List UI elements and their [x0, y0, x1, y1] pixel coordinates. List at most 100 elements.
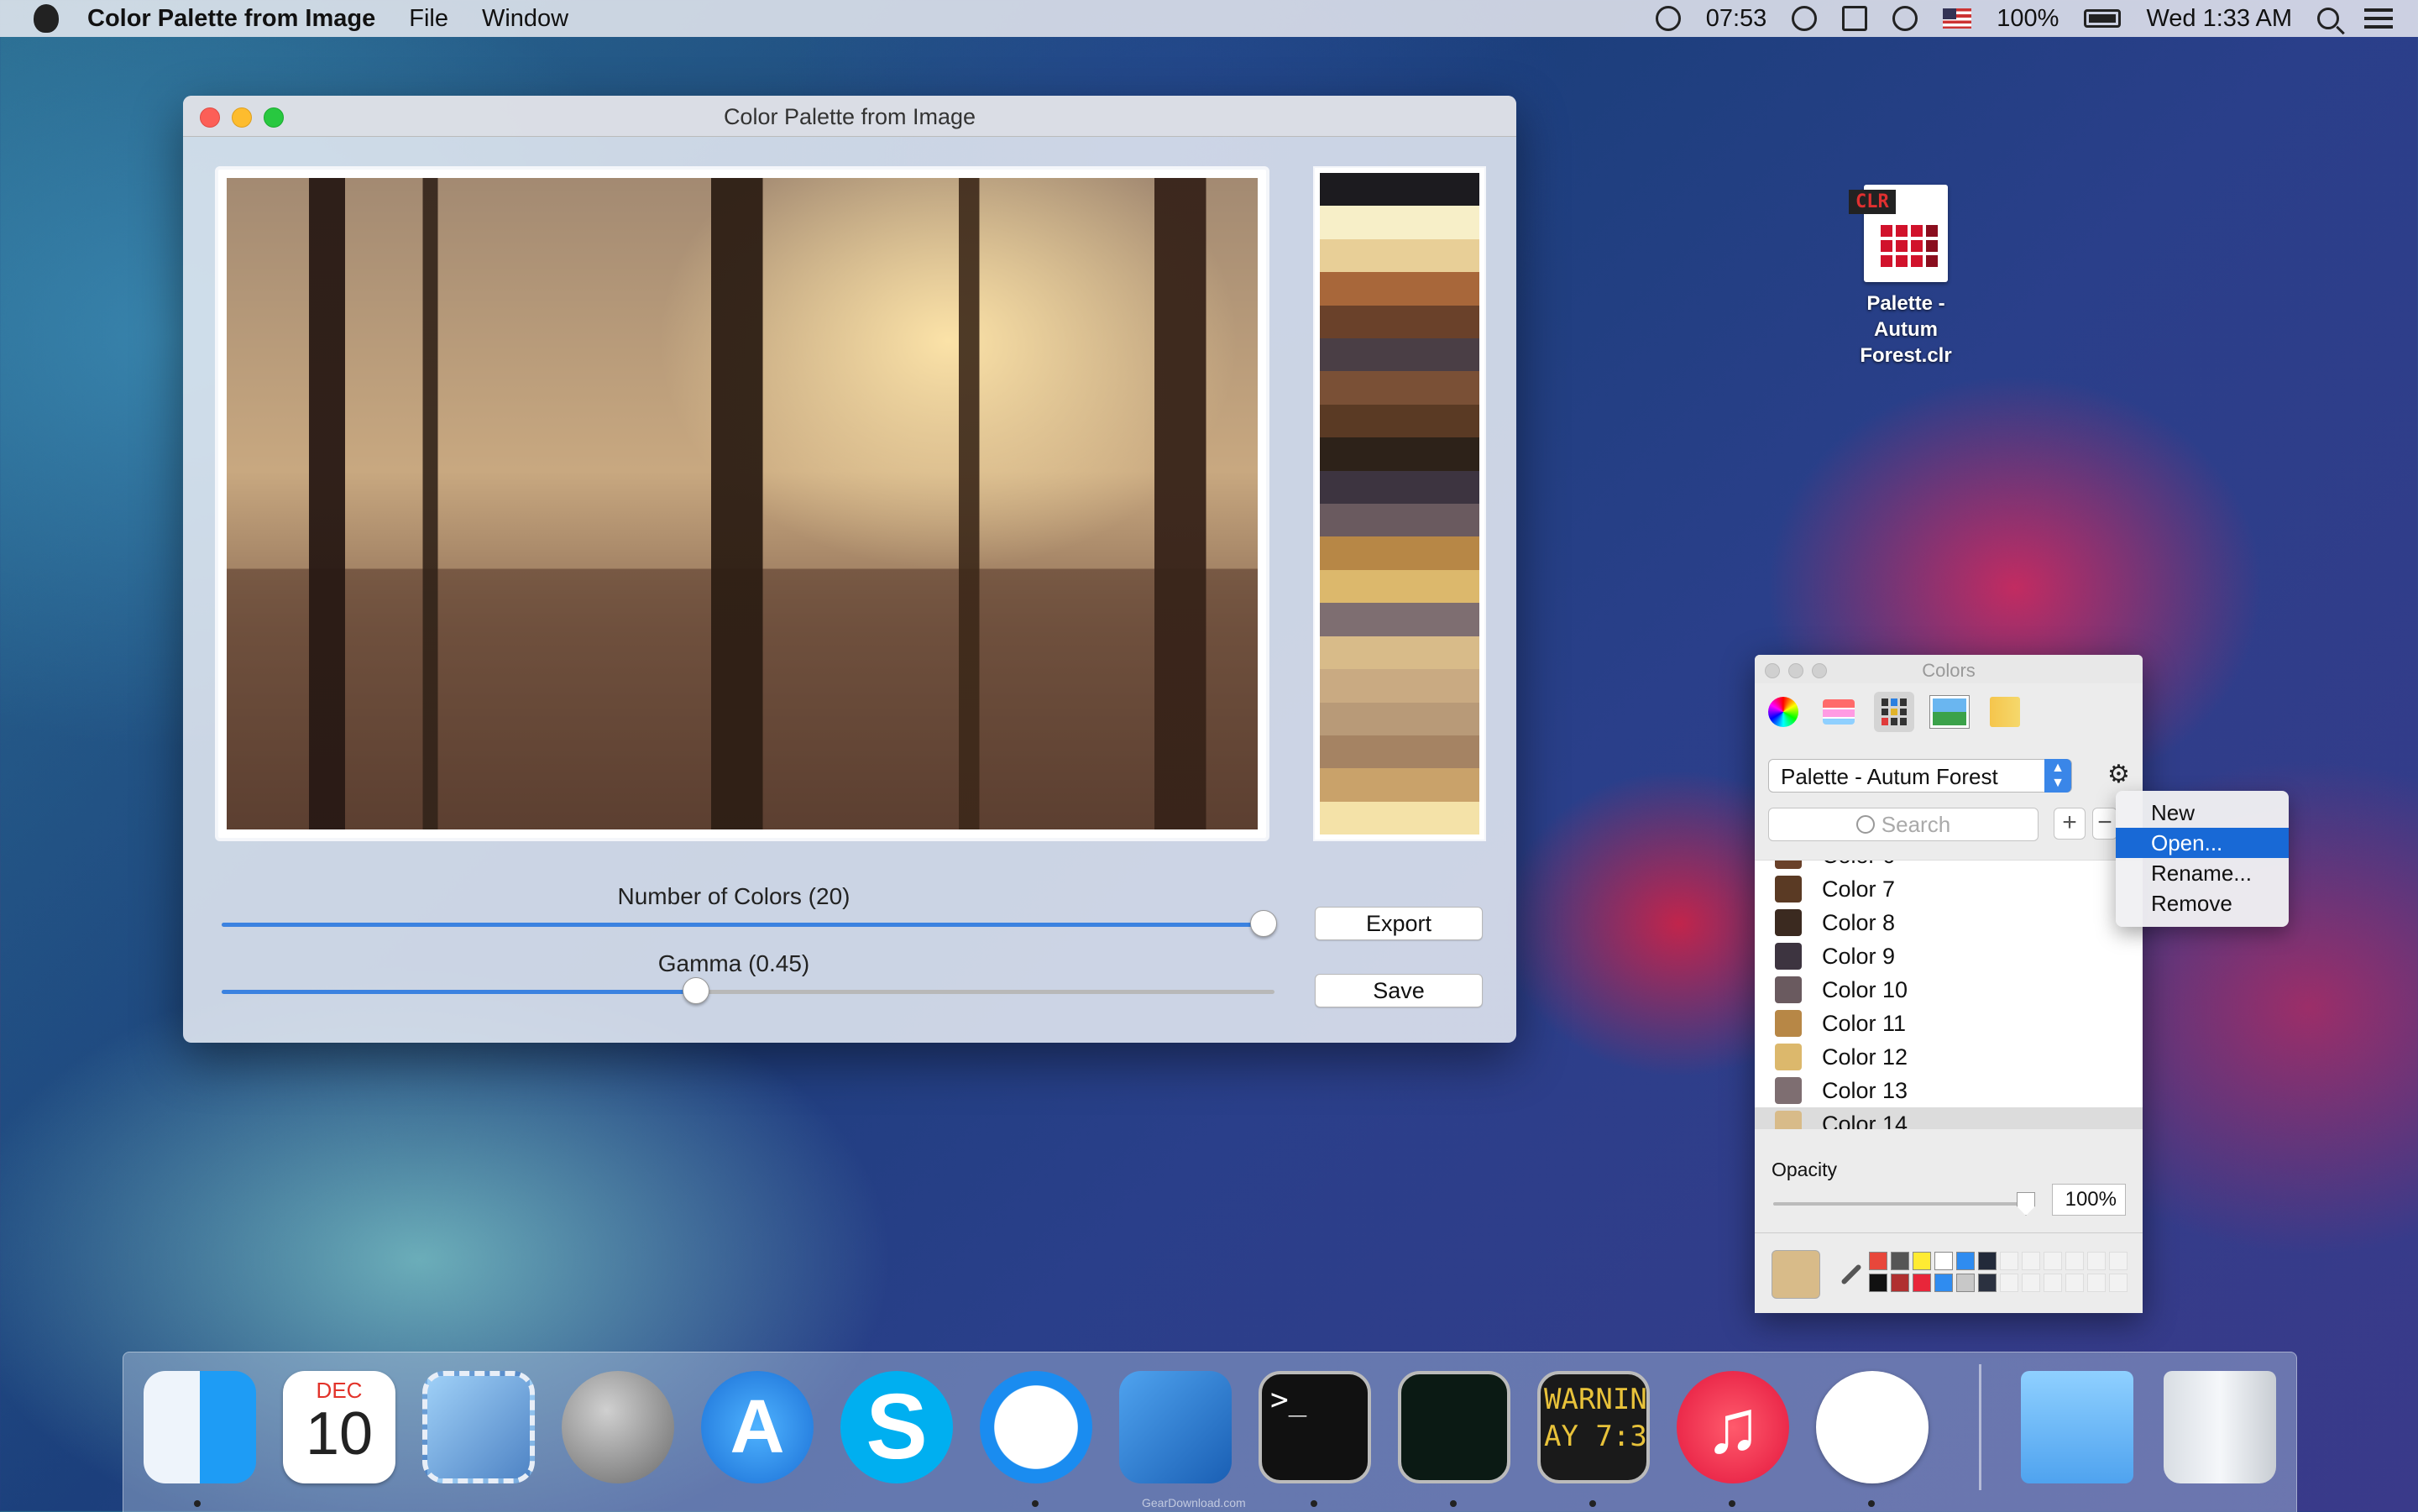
color-list-row[interactable]: Color 14 — [1755, 1107, 2143, 1129]
swatch-slot[interactable] — [1869, 1252, 1887, 1270]
window-titlebar[interactable]: Color Palette from Image — [183, 96, 1516, 137]
swatch-slot[interactable] — [2087, 1274, 2106, 1292]
swatch-slot[interactable] — [1913, 1274, 1931, 1292]
menu-item-open[interactable]: Open... — [2116, 828, 2289, 858]
color-list-row[interactable]: Color 6 — [1755, 861, 2143, 872]
desktop-file-label: Palette - Autum Forest.clr — [1860, 292, 1952, 367]
swatch-slot[interactable] — [2022, 1252, 2040, 1270]
gear-icon[interactable]: ⚙ — [2107, 762, 2130, 787]
time-remaining[interactable]: 07:53 — [1706, 5, 1767, 33]
launchpad-icon[interactable] — [562, 1371, 674, 1483]
save-button[interactable]: Save — [1315, 974, 1483, 1007]
opacity-value-field[interactable]: 100% — [2052, 1184, 2126, 1216]
gamma-slider[interactable] — [222, 977, 1274, 1004]
colors-panel-titlebar[interactable]: Colors — [1755, 655, 2143, 683]
swatch-slot[interactable] — [1869, 1274, 1887, 1292]
opacity-slider-thumb[interactable] — [2017, 1192, 2035, 1216]
swatch-slot[interactable] — [2022, 1274, 2040, 1292]
color-sliders-tab[interactable] — [1819, 692, 1859, 732]
current-color-well[interactable] — [1772, 1250, 1820, 1299]
swatch-slot[interactable] — [1891, 1252, 1909, 1270]
spotlight-search-icon[interactable] — [2317, 8, 2339, 29]
opacity-slider[interactable] — [1773, 1202, 2033, 1206]
color-list-row[interactable]: Color 9 — [1755, 939, 2143, 973]
calendar-icon[interactable]: DEC 10 — [283, 1371, 395, 1483]
trash-icon[interactable] — [2164, 1371, 2276, 1483]
swatch-slot[interactable] — [2000, 1274, 2018, 1292]
window-menu[interactable]: Window — [482, 5, 568, 33]
xcode-icon[interactable] — [1119, 1371, 1232, 1483]
app-store-icon[interactable]: A — [701, 1371, 814, 1483]
swatch-slot[interactable] — [1978, 1252, 1997, 1270]
notification-center-icon[interactable] — [2364, 8, 2393, 29]
color-list-row[interactable]: Color 11 — [1755, 1007, 2143, 1040]
skype-icon[interactable]: S — [840, 1371, 953, 1483]
safari-icon[interactable] — [980, 1371, 1092, 1483]
main-window: Color Palette from Image Number of Color… — [183, 96, 1516, 1043]
add-color-button[interactable]: + — [2054, 808, 2086, 840]
palette-swatch — [1320, 702, 1479, 735]
apple-menu-icon[interactable] — [34, 4, 59, 33]
color-palettes-tab[interactable] — [1874, 692, 1914, 732]
itunes-icon[interactable]: ♫ — [1677, 1371, 1789, 1483]
color-list-row[interactable]: Color 7 — [1755, 872, 2143, 906]
console-icon[interactable]: WARNIN AY 7:36 — [1537, 1371, 1650, 1483]
color-list-row[interactable]: Color 10 — [1755, 973, 2143, 1007]
swatch-slot[interactable] — [2065, 1274, 2084, 1292]
input-source-flag-icon[interactable] — [1943, 8, 1972, 29]
battery-icon[interactable] — [2084, 9, 2122, 28]
file-menu[interactable]: File — [409, 5, 448, 33]
swatch-slot[interactable] — [2109, 1252, 2128, 1270]
desktop-clr-file[interactable]: CLR Palette - Autum Forest.clr — [1839, 185, 1973, 369]
battery-percentage[interactable]: 100% — [1997, 5, 2059, 33]
menu-item-remove[interactable]: Remove — [2116, 888, 2289, 918]
color-list-row[interactable]: Color 13 — [1755, 1074, 2143, 1107]
clr-grid-icon — [1881, 225, 1938, 267]
swatch-slot[interactable] — [2065, 1252, 2084, 1270]
palette-popup[interactable]: Palette - Autum Forest ▲ ▼ — [1768, 759, 2072, 793]
menu-item-new[interactable]: New — [2116, 798, 2289, 828]
wifi-icon[interactable] — [1892, 6, 1918, 31]
number-of-colors-knob[interactable] — [1250, 910, 1277, 937]
swatch-slot[interactable] — [1934, 1274, 1953, 1292]
saved-swatches[interactable] — [1869, 1252, 2128, 1292]
remove-color-button[interactable]: − — [2092, 808, 2117, 840]
gamma-knob[interactable] — [683, 977, 710, 1004]
color-search-field[interactable]: Search — [1768, 808, 2039, 841]
menubar-clock[interactable]: Wed 1:33 AM — [2146, 5, 2292, 33]
swatch-slot[interactable] — [1934, 1252, 1953, 1270]
swatch-slot[interactable] — [1978, 1274, 1997, 1292]
number-of-colors-slider[interactable] — [222, 910, 1277, 937]
swatch-slot[interactable] — [2087, 1252, 2106, 1270]
export-button[interactable]: Export — [1315, 907, 1483, 940]
swatch-slot[interactable] — [2000, 1252, 2018, 1270]
terminal-icon[interactable]: >_ — [1259, 1371, 1371, 1483]
eye-icon[interactable] — [1655, 6, 1681, 31]
image-drop-well[interactable] — [215, 166, 1269, 841]
app-menu[interactable]: Color Palette from Image — [87, 5, 375, 33]
swatch-slot[interactable] — [2109, 1274, 2128, 1292]
activity-monitor-icon[interactable] — [1398, 1371, 1510, 1483]
swatch-slot[interactable] — [2044, 1252, 2062, 1270]
image-palettes-tab[interactable] — [1929, 692, 1970, 732]
folder-stack-icon[interactable] — [2021, 1371, 2133, 1483]
palette-swatch — [1320, 238, 1479, 273]
eyedropper-icon[interactable] — [1839, 1262, 1864, 1287]
timer-icon[interactable] — [1792, 6, 1818, 31]
color-wheel-tab[interactable] — [1763, 692, 1803, 732]
swatch-slot[interactable] — [1956, 1274, 1975, 1292]
color-list-row[interactable]: Color 12 — [1755, 1040, 2143, 1074]
color-list-row[interactable]: Color 8 — [1755, 906, 2143, 939]
crayons-tab[interactable] — [1985, 692, 2025, 732]
swatch-slot[interactable] — [2044, 1274, 2062, 1292]
palette-swatch — [1320, 735, 1479, 769]
color-palette-app-icon[interactable] — [1816, 1371, 1929, 1483]
mail-icon[interactable] — [422, 1371, 535, 1483]
swatch-slot[interactable] — [1956, 1252, 1975, 1270]
dropbox-icon[interactable] — [1842, 6, 1868, 31]
finder-icon[interactable] — [144, 1371, 256, 1483]
swatch-slot[interactable] — [1891, 1274, 1909, 1292]
color-list[interactable]: Color 6 Color 7 Color 8 Color 9 Color 10 Colo… — [1755, 860, 2143, 1129]
menu-item-rename[interactable]: Rename... — [2116, 858, 2289, 888]
swatch-slot[interactable] — [1913, 1252, 1931, 1270]
